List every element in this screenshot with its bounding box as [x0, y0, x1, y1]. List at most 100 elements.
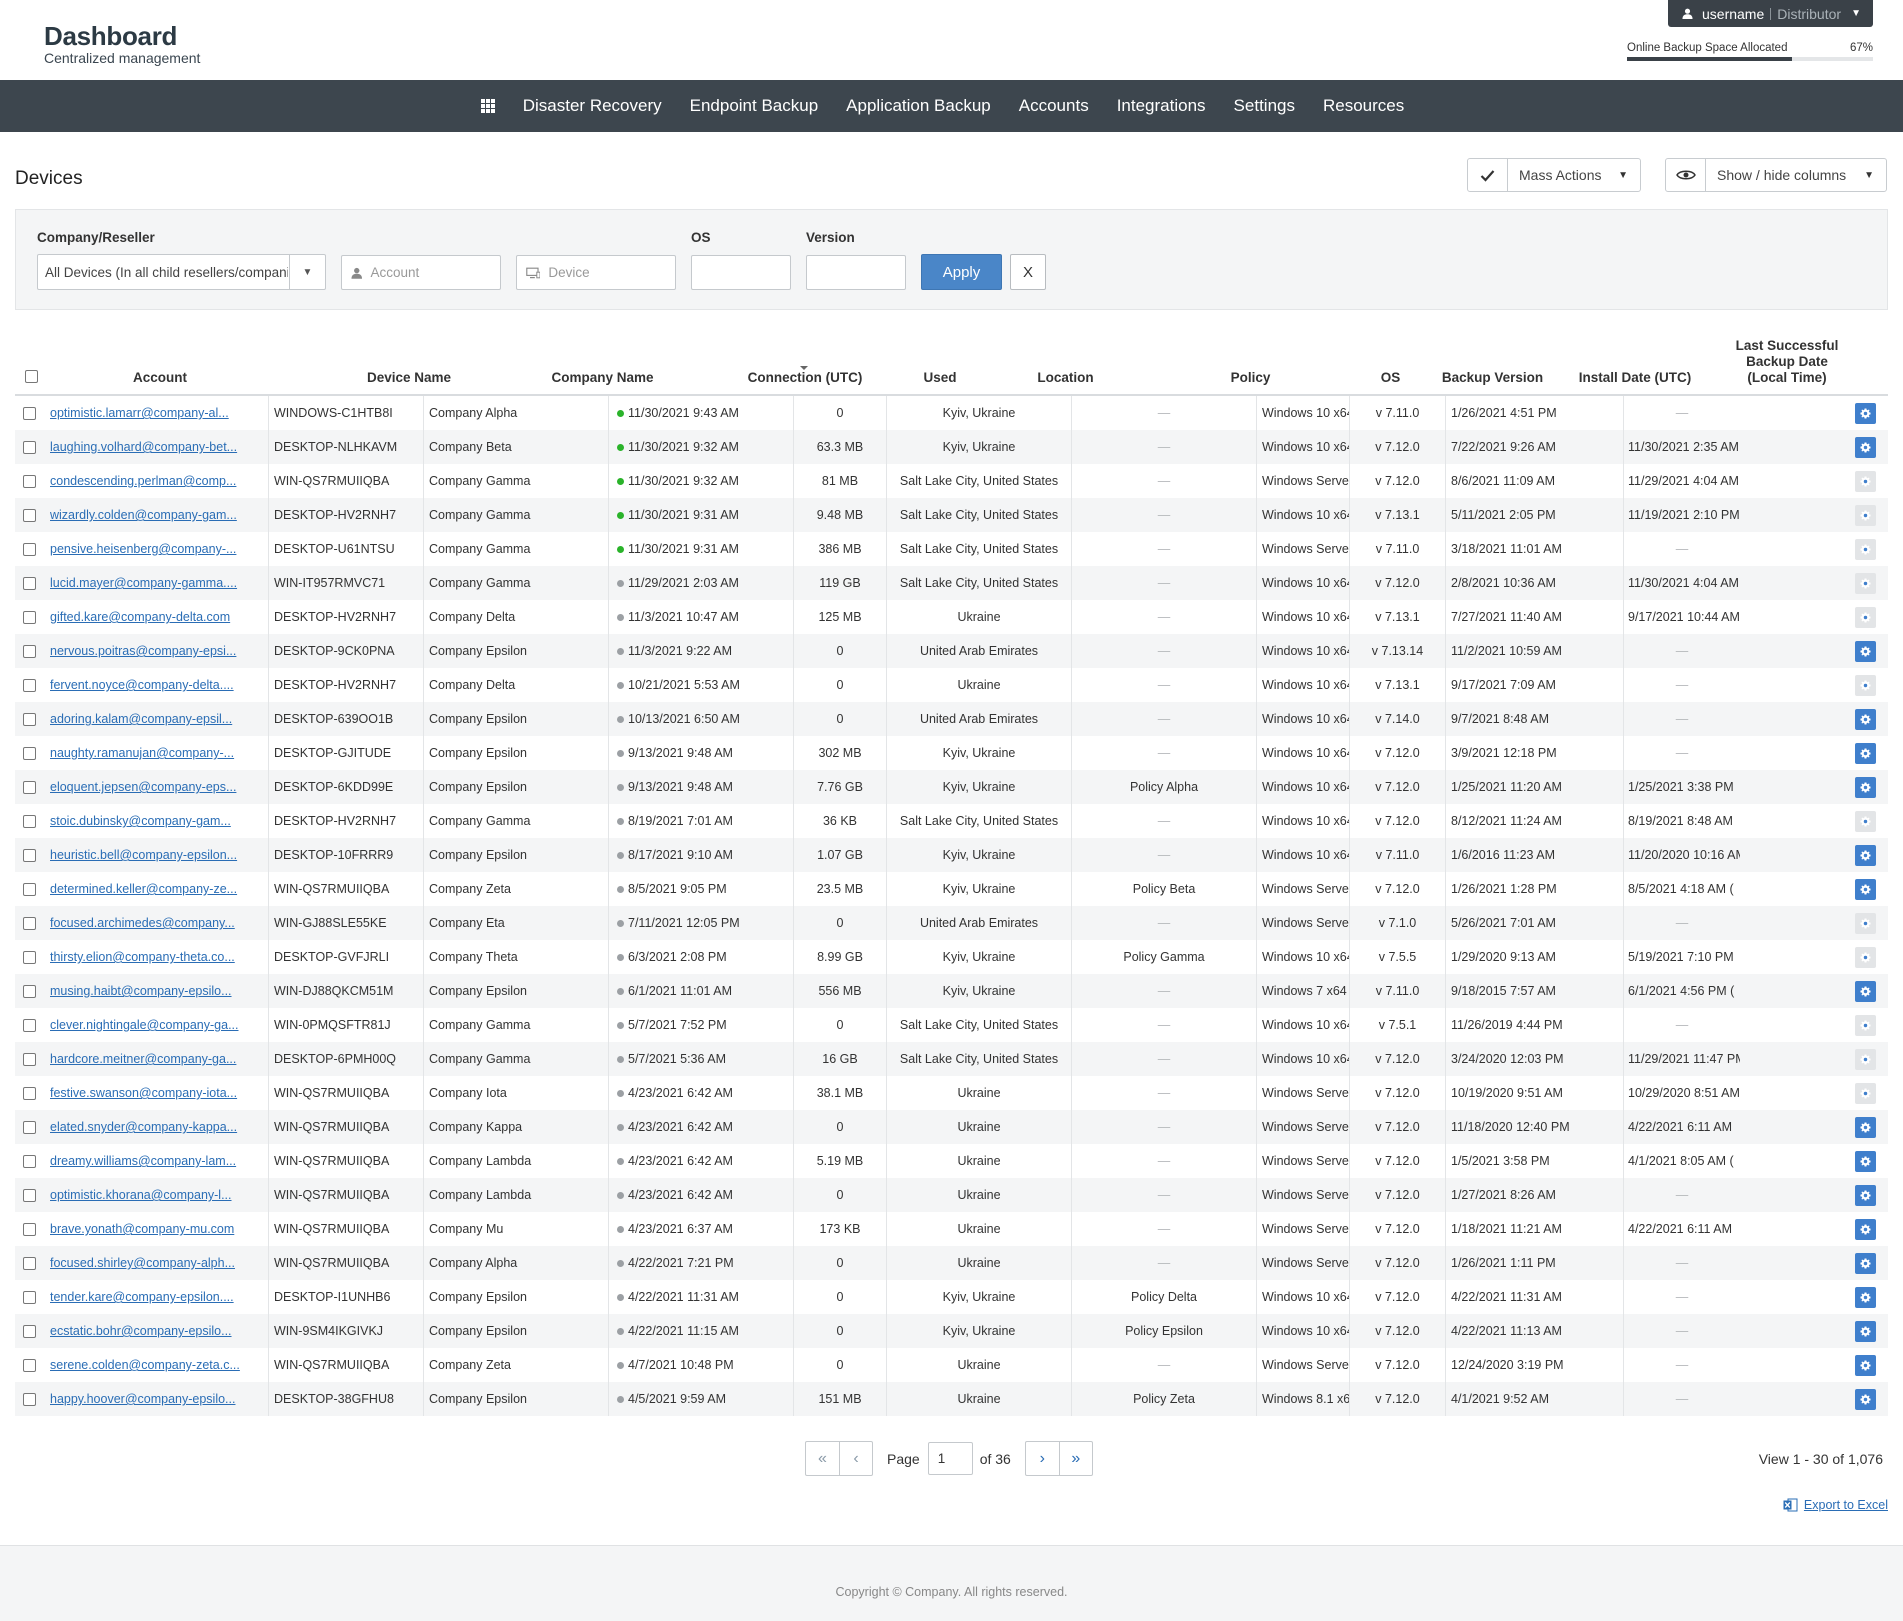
- nav-accounts[interactable]: Accounts: [1019, 96, 1089, 116]
- row-checkbox[interactable]: [23, 917, 36, 930]
- account-link[interactable]: wizardly.colden@company-gam...: [50, 508, 237, 522]
- row-checkbox[interactable]: [23, 1359, 36, 1372]
- row-checkbox[interactable]: [23, 1223, 36, 1236]
- nav-settings[interactable]: Settings: [1234, 96, 1295, 116]
- row-checkbox[interactable]: [23, 1087, 36, 1100]
- col-backup-version[interactable]: Backup Version: [1435, 370, 1550, 386]
- col-company-name[interactable]: Company Name: [510, 370, 695, 386]
- table-row[interactable]: tender.kare@company-epsilon.... DESKTOP-I…: [15, 1280, 1888, 1314]
- mass-actions-dropdown[interactable]: Mass Actions ▼: [1467, 158, 1641, 192]
- row-checkbox[interactable]: [23, 509, 36, 522]
- row-settings-button[interactable]: [1855, 573, 1876, 594]
- col-device-name[interactable]: Device Name: [324, 370, 494, 386]
- account-link[interactable]: eloquent.jepsen@company-eps...: [50, 780, 236, 794]
- row-settings-button[interactable]: [1855, 539, 1876, 560]
- account-link[interactable]: optimistic.lamarr@company-al...: [50, 406, 229, 420]
- row-checkbox[interactable]: [23, 1053, 36, 1066]
- row-checkbox[interactable]: [23, 985, 36, 998]
- account-link[interactable]: clever.nightingale@company-ga...: [50, 1018, 239, 1032]
- user-menu-button[interactable]: username Distributor ▼: [1668, 0, 1873, 27]
- page-number-input[interactable]: 1: [927, 1442, 973, 1475]
- account-link[interactable]: heuristic.bell@company-epsilon...: [50, 848, 237, 862]
- apply-button[interactable]: Apply: [921, 254, 1002, 290]
- row-checkbox[interactable]: [23, 441, 36, 454]
- company-reseller-select[interactable]: All Devices (In all child resellers/comp…: [37, 254, 326, 290]
- col-install-date[interactable]: Install Date (UTC): [1550, 370, 1720, 386]
- row-settings-button[interactable]: [1855, 1015, 1876, 1036]
- row-checkbox[interactable]: [23, 1257, 36, 1270]
- select-all-checkbox[interactable]: [25, 370, 38, 383]
- nav-endpoint-backup[interactable]: Endpoint Backup: [690, 96, 819, 116]
- os-filter-input[interactable]: [692, 265, 790, 280]
- account-link[interactable]: tender.kare@company-epsilon....: [50, 1290, 234, 1304]
- row-settings-button[interactable]: [1855, 675, 1876, 696]
- account-link[interactable]: focused.archimedes@company...: [50, 916, 235, 930]
- device-filter-input[interactable]: [548, 265, 675, 280]
- col-last-backup[interactable]: Last Successful Backup Date (Local Time): [1728, 338, 1846, 386]
- row-settings-button[interactable]: [1855, 811, 1876, 832]
- table-row[interactable]: focused.archimedes@company... WIN-GJ88SLE…: [15, 906, 1888, 940]
- table-row[interactable]: wizardly.colden@company-gam... DESKTOP-HV…: [15, 498, 1888, 532]
- version-filter-input[interactable]: [807, 265, 905, 280]
- row-settings-button[interactable]: [1855, 777, 1876, 798]
- row-checkbox[interactable]: [23, 577, 36, 590]
- table-row[interactable]: laughing.volhard@company-bet... DESKTOP-N…: [15, 430, 1888, 464]
- table-row[interactable]: dreamy.williams@company-lam... WIN-QS7RMU…: [15, 1144, 1888, 1178]
- row-checkbox[interactable]: [23, 1325, 36, 1338]
- account-link[interactable]: elated.snyder@company-kappa...: [50, 1120, 237, 1134]
- table-row[interactable]: naughty.ramanujan@company-... DESKTOP-GJI…: [15, 736, 1888, 770]
- row-checkbox[interactable]: [23, 849, 36, 862]
- select-check-button[interactable]: [1468, 159, 1508, 191]
- account-link[interactable]: ecstatic.bohr@company-epsilo...: [50, 1324, 232, 1338]
- row-checkbox[interactable]: [23, 1019, 36, 1032]
- table-row[interactable]: nervous.poitras@company-epsi... DESKTOP-9…: [15, 634, 1888, 668]
- account-link[interactable]: festive.swanson@company-iota...: [50, 1086, 237, 1100]
- row-settings-button[interactable]: [1855, 1253, 1876, 1274]
- chevron-down-icon[interactable]: ▼: [289, 255, 325, 289]
- nav-application-backup[interactable]: Application Backup: [846, 96, 991, 116]
- table-row[interactable]: gifted.kare@company-delta.com DESKTOP-HV2…: [15, 600, 1888, 634]
- table-row[interactable]: stoic.dubinsky@company-gam... DESKTOP-HV2…: [15, 804, 1888, 838]
- row-settings-button[interactable]: [1855, 607, 1876, 628]
- row-checkbox[interactable]: [23, 1393, 36, 1406]
- prev-page-icon[interactable]: ‹: [839, 1442, 872, 1475]
- account-link[interactable]: focused.shirley@company-alph...: [50, 1256, 235, 1270]
- row-checkbox[interactable]: [23, 815, 36, 828]
- row-settings-button[interactable]: [1855, 1389, 1876, 1410]
- row-checkbox[interactable]: [23, 407, 36, 420]
- table-row[interactable]: heuristic.bell@company-epsilon... DESKTOP…: [15, 838, 1888, 872]
- account-link[interactable]: dreamy.williams@company-lam...: [50, 1154, 236, 1168]
- account-link[interactable]: adoring.kalam@company-epsil...: [50, 712, 232, 726]
- col-location[interactable]: Location: [973, 370, 1158, 386]
- account-link[interactable]: naughty.ramanujan@company-...: [50, 746, 234, 760]
- row-checkbox[interactable]: [23, 781, 36, 794]
- account-link[interactable]: stoic.dubinsky@company-gam...: [50, 814, 231, 828]
- row-checkbox[interactable]: [23, 645, 36, 658]
- table-row[interactable]: serene.colden@company-zeta.c... WIN-QS7RM…: [15, 1348, 1888, 1382]
- table-row[interactable]: lucid.mayer@company-gamma.... WIN-IT957RM…: [15, 566, 1888, 600]
- row-settings-button[interactable]: [1855, 437, 1876, 458]
- row-settings-button[interactable]: [1855, 1185, 1876, 1206]
- row-settings-button[interactable]: [1855, 743, 1876, 764]
- table-row[interactable]: musing.haibt@company-epsilo... WIN-DJ88QK…: [15, 974, 1888, 1008]
- row-checkbox[interactable]: [23, 611, 36, 624]
- table-row[interactable]: happy.hoover@company-epsilo... DESKTOP-38…: [15, 1382, 1888, 1416]
- table-row[interactable]: pensive.heisenberg@company-... DESKTOP-U6…: [15, 532, 1888, 566]
- column-visibility-button[interactable]: [1666, 159, 1706, 191]
- account-link[interactable]: serene.colden@company-zeta.c...: [50, 1358, 240, 1372]
- apps-grid-icon[interactable]: [480, 99, 495, 113]
- table-row[interactable]: hardcore.meitner@company-ga... DESKTOP-6P…: [15, 1042, 1888, 1076]
- row-settings-button[interactable]: [1855, 1049, 1876, 1070]
- brand[interactable]: Dashboard Centralized management: [44, 22, 200, 66]
- row-checkbox[interactable]: [23, 1189, 36, 1202]
- col-os[interactable]: OS: [1343, 370, 1438, 386]
- table-row[interactable]: brave.yonath@company-mu.com WIN-QS7RMUIIQ…: [15, 1212, 1888, 1246]
- table-row[interactable]: ecstatic.bohr@company-epsilo... WIN-9SM4I…: [15, 1314, 1888, 1348]
- row-checkbox[interactable]: [23, 1155, 36, 1168]
- row-settings-button[interactable]: [1855, 1219, 1876, 1240]
- row-checkbox[interactable]: [23, 951, 36, 964]
- row-settings-button[interactable]: [1855, 981, 1876, 1002]
- row-checkbox[interactable]: [23, 543, 36, 556]
- account-link[interactable]: musing.haibt@company-epsilo...: [50, 984, 232, 998]
- table-row[interactable]: thirsty.elion@company-theta.co... DESKTOP…: [15, 940, 1888, 974]
